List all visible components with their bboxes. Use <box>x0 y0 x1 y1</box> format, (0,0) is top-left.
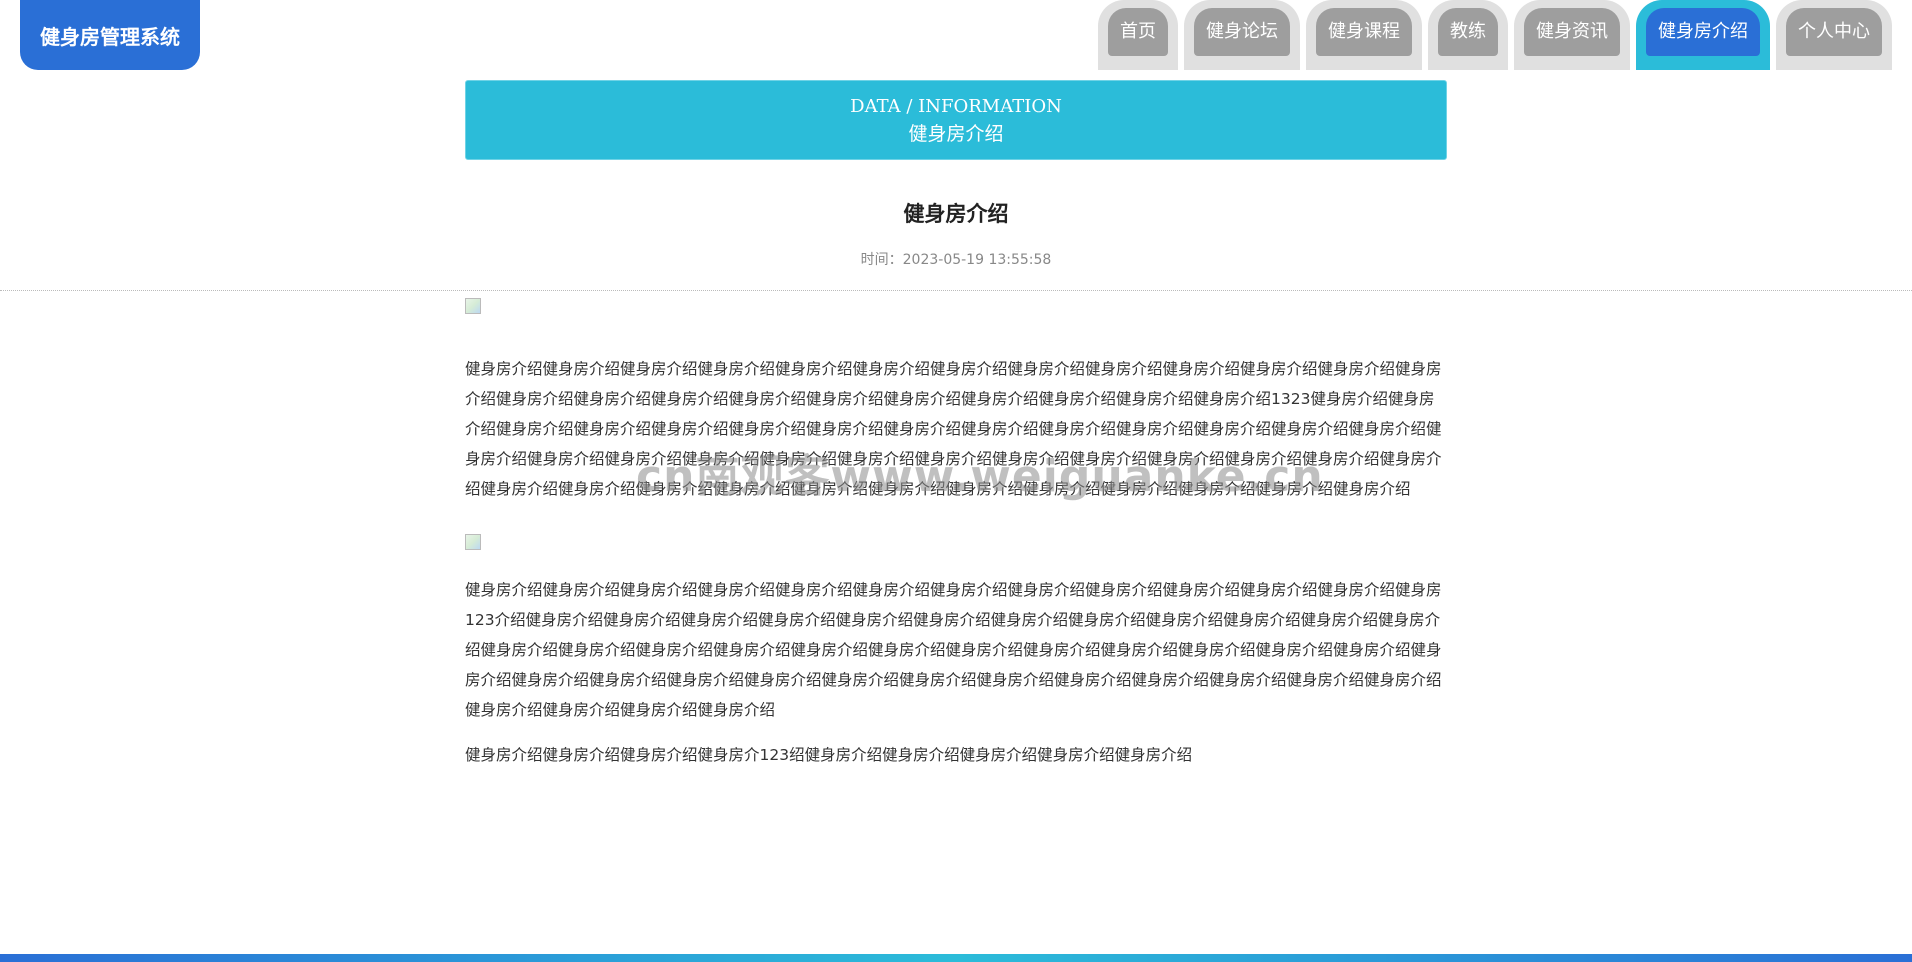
broken-image-icon <box>465 298 481 314</box>
article-time: 时间：2023-05-19 13:55:58 <box>860 252 1052 268</box>
nav-tab-label[interactable]: 健身房介绍 <box>1646 8 1760 56</box>
nav-tab-news[interactable]: 健身资讯 <box>1514 0 1630 70</box>
nav-tab-label[interactable]: 健身论坛 <box>1194 8 1290 56</box>
main-nav: 首页 健身论坛 健身课程 教练 健身资讯 健身房介绍 个人中心 <box>1098 0 1892 70</box>
nav-tab-label[interactable]: 首页 <box>1108 8 1168 56</box>
nav-tab-label[interactable]: 健身课程 <box>1316 8 1412 56</box>
nav-tab-label[interactable]: 教练 <box>1438 8 1498 56</box>
app-root: 健身房管理系统 首页 健身论坛 健身课程 教练 健身资讯 健身房介绍 个人中心 … <box>0 0 1912 962</box>
site-logo[interactable]: 健身房管理系统 <box>20 0 200 70</box>
article-paragraph: 健身房介绍健身房介绍健身房介绍健身房介绍健身房介绍健身房介绍健身房介绍健身房介绍… <box>465 581 1442 719</box>
nav-tab-courses[interactable]: 健身课程 <box>1306 0 1422 70</box>
nav-tab-label[interactable]: 个人中心 <box>1786 8 1882 56</box>
article-paragraph: 健身房介绍健身房介绍健身房介绍健身房介123绍健身房介绍健身房介绍健身房介绍健身… <box>465 746 1193 764</box>
nav-tab-label[interactable]: 健身资讯 <box>1524 8 1620 56</box>
section-banner: DATA / INFORMATION 健身房介绍 <box>465 80 1447 160</box>
article-title: 健身房介绍 <box>903 202 1009 226</box>
footer-bar <box>0 954 1912 962</box>
banner-chinese-title: 健身房介绍 <box>908 123 1004 145</box>
banner-english-title: DATA / INFORMATION <box>850 96 1062 117</box>
watermark: cn南观客www.weiguanke.cn <box>636 451 1324 502</box>
nav-tab-profile[interactable]: 个人中心 <box>1776 0 1892 70</box>
nav-tab-home[interactable]: 首页 <box>1098 0 1178 70</box>
nav-tab-forum[interactable]: 健身论坛 <box>1184 0 1300 70</box>
article-content: 健身房介绍健身房介绍健身房介绍健身房介绍健身房介绍健身房介绍健身房介绍健身房介绍… <box>465 298 1447 770</box>
nav-tab-coaches[interactable]: 教练 <box>1428 0 1508 70</box>
divider <box>0 290 1912 291</box>
nav-tab-gym-intro[interactable]: 健身房介绍 <box>1636 0 1770 70</box>
broken-image-icon <box>465 534 481 550</box>
